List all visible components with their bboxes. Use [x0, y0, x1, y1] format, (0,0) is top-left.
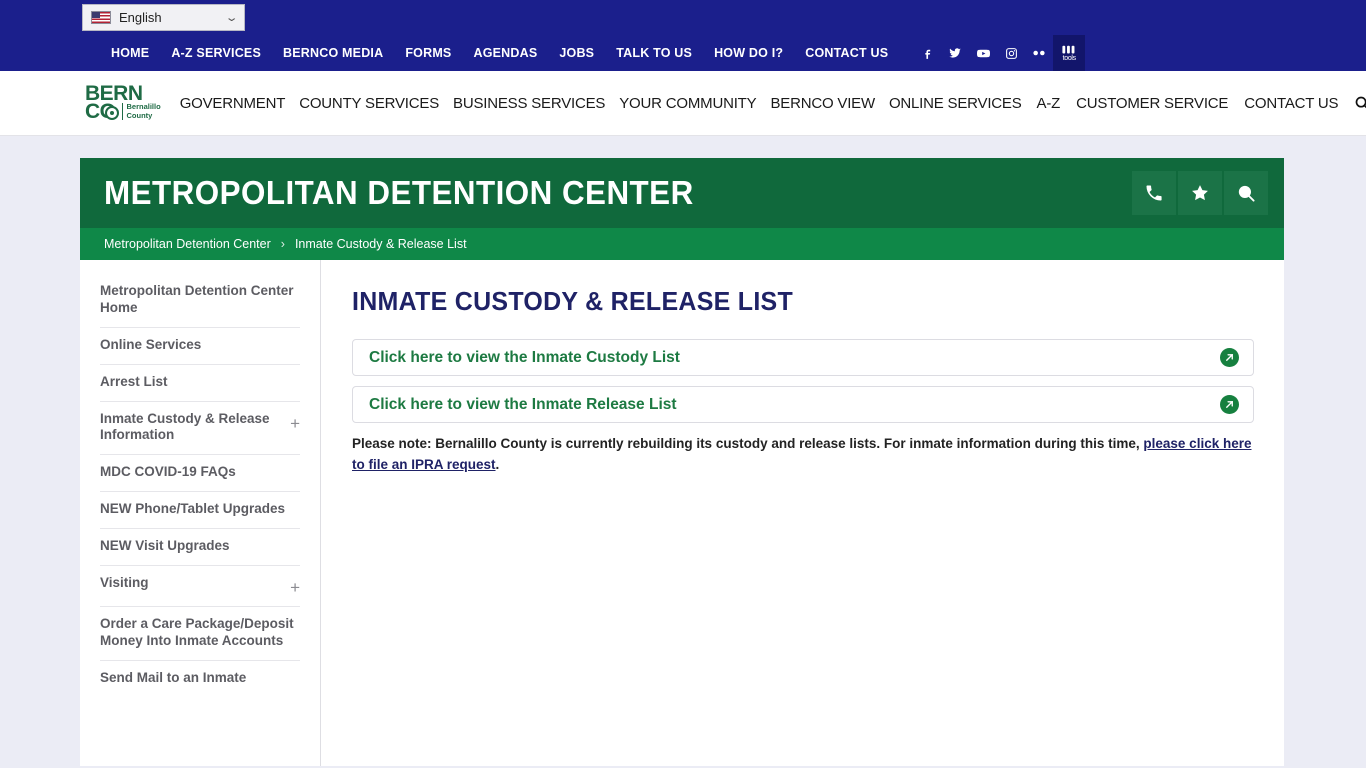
- sidebar-item-label: Arrest List: [100, 373, 168, 389]
- link-label: Click here to view the Inmate Custody Li…: [369, 348, 680, 366]
- main-nav-item-government[interactable]: GOVERNMENT: [173, 95, 293, 112]
- flickr-icon[interactable]: [1025, 35, 1053, 71]
- search-icon[interactable]: [1354, 95, 1366, 112]
- search-icon[interactable]: [1224, 171, 1268, 215]
- header-nav-item-a-z[interactable]: A-Z: [1029, 95, 1069, 112]
- utility-nav-item-agendas[interactable]: AGENDAS: [462, 35, 548, 71]
- content-heading: INMATE CUSTODY & RELEASE LIST: [352, 286, 794, 316]
- sidebar-item-new-phone-tablet-upgrades[interactable]: NEW Phone/Tablet Upgrades: [100, 492, 300, 529]
- utility-nav-item-forms[interactable]: FORMS: [394, 35, 462, 71]
- breadcrumb-item-current: Inmate Custody & Release List: [294, 237, 467, 251]
- expand-plus-icon[interactable]: +: [290, 579, 300, 596]
- sidebar: Metropolitan Detention Center Home Onlin…: [80, 260, 321, 766]
- page-title: METROPOLITAN DETENTION CENTER: [104, 174, 694, 211]
- main-nav-item-business-services[interactable]: BUSINESS SERVICES: [446, 95, 612, 112]
- sidebar-item-label: Inmate Custody & Release Information: [100, 410, 270, 443]
- sidebar-item-mdc-home[interactable]: Metropolitan Detention Center Home: [100, 274, 300, 328]
- sidebar-item-online-services[interactable]: Online Services: [100, 328, 300, 365]
- main-nav-item-your-community[interactable]: YOUR COMMUNITY: [612, 95, 763, 112]
- sidebar-item-visiting[interactable]: Visiting +: [100, 566, 300, 607]
- inmate-release-list-link[interactable]: Click here to view the Inmate Release Li…: [352, 386, 1254, 423]
- us-flag-icon: [91, 11, 111, 24]
- sidebar-item-label: Visiting: [100, 574, 149, 590]
- site-logo[interactable]: BERN CO Bernalillo County: [85, 82, 161, 122]
- sidebar-item-new-visit-upgrades[interactable]: NEW Visit Upgrades: [100, 529, 300, 566]
- sidebar-item-label: Online Services: [100, 336, 202, 352]
- sidebar-item-arrest-list[interactable]: Arrest List: [100, 365, 300, 402]
- star-icon[interactable]: [1178, 171, 1222, 215]
- main-nav: GOVERNMENT COUNTY SERVICES BUSINESS SERV…: [173, 95, 1029, 112]
- utility-nav-item-a-z-services[interactable]: A-Z SERVICES: [160, 35, 272, 71]
- expand-plus-icon[interactable]: +: [290, 415, 300, 432]
- sidebar-item-send-mail-to-an-inmate[interactable]: Send Mail to an Inmate: [100, 661, 300, 697]
- toolkit-icon-label: tools: [1062, 54, 1077, 62]
- logo-seal-icon: [104, 106, 119, 121]
- sidebar-item-mdc-covid-19-faqs[interactable]: MDC COVID-19 FAQs: [100, 455, 300, 493]
- language-selected-label: English: [119, 10, 162, 25]
- sidebar-item-label: Send Mail to an Inmate: [100, 669, 247, 685]
- toolkit-icon[interactable]: tools: [1053, 35, 1086, 71]
- chevron-down-icon: ⌄: [224, 12, 239, 24]
- sidebar-item-order-care-package[interactable]: Order a Care Package/Deposit Money Into …: [100, 607, 300, 661]
- utility-nav-item-how-do-i[interactable]: HOW DO I?: [703, 35, 794, 71]
- sidebar-item-inmate-custody-release-information[interactable]: Inmate Custody & Release Information +: [100, 402, 300, 456]
- rebuild-notice: Please note: Bernalillo County is curren…: [352, 434, 1252, 476]
- external-link-icon: [1220, 348, 1239, 367]
- breadcrumb-separator-icon: ›: [280, 237, 285, 251]
- link-label: Click here to view the Inmate Release Li…: [369, 395, 677, 413]
- notice-text: Please note: Bernalillo County is curren…: [352, 436, 1144, 451]
- main-nav-item-bernco-view[interactable]: BERNCO VIEW: [763, 95, 881, 112]
- sidebar-item-label: NEW Visit Upgrades: [100, 538, 230, 553]
- utility-nav-item-contact-us[interactable]: CONTACT US: [794, 35, 899, 71]
- instagram-icon[interactable]: [997, 35, 1025, 71]
- inmate-custody-list-link[interactable]: Click here to view the Inmate Custody Li…: [352, 339, 1254, 376]
- logo-subtext-line2: County: [126, 110, 153, 120]
- page-banner: METROPOLITAN DETENTION CENTER: [80, 158, 1284, 228]
- page-body: Metropolitan Detention Center Home Onlin…: [80, 260, 1284, 766]
- header-nav-item-customer-service[interactable]: CUSTOMER SERVICE: [1068, 95, 1236, 112]
- utility-nav-item-bernco-media[interactable]: BERNCO MEDIA: [272, 35, 394, 71]
- sidebar-item-label: Order a Care Package/Deposit Money Into …: [100, 615, 294, 648]
- page-container: METROPOLITAN DETENTION CENTER Metropolit…: [0, 136, 1366, 766]
- youtube-icon[interactable]: [969, 35, 997, 71]
- language-bar: English ⌄: [0, 0, 1366, 35]
- logo-subtext: Bernalillo County: [121, 102, 161, 121]
- main-header: BERN CO Bernalillo County GOVERNMENT COU…: [0, 71, 1366, 136]
- language-selector[interactable]: English ⌄: [82, 4, 245, 31]
- sidebar-item-label: MDC COVID-19 FAQs: [100, 464, 236, 480]
- header-nav-item-contact-us[interactable]: CONTACT US: [1236, 95, 1346, 112]
- social-links: tools: [913, 35, 1086, 71]
- phone-icon[interactable]: [1132, 171, 1176, 215]
- utility-nav-item-home[interactable]: HOME: [100, 35, 160, 71]
- breadcrumb: Metropolitan Detention Center › Inmate C…: [80, 228, 1284, 260]
- utility-nav-item-jobs[interactable]: JOBS: [548, 35, 605, 71]
- utility-nav: HOME A-Z SERVICES BERNCO MEDIA FORMS AGE…: [0, 35, 1366, 71]
- breadcrumb-item-metropolitan-detention-center[interactable]: Metropolitan Detention Center: [104, 237, 271, 251]
- utility-nav-item-talk-to-us[interactable]: TALK TO US: [605, 35, 703, 71]
- banner-icon-group: [1132, 171, 1268, 215]
- main-content: INMATE CUSTODY & RELEASE LIST Click here…: [321, 260, 1284, 766]
- twitter-icon[interactable]: [941, 35, 969, 71]
- sidebar-item-label: NEW Phone/Tablet Upgrades: [100, 501, 286, 517]
- main-nav-item-county-services[interactable]: COUNTY SERVICES: [292, 95, 446, 112]
- header-right-nav: A-Z CUSTOMER SERVICE CONTACT US: [1029, 95, 1366, 112]
- sidebar-item-label: Metropolitan Detention Center Home: [100, 283, 294, 315]
- facebook-icon[interactable]: [913, 35, 941, 71]
- notice-text-suffix: .: [495, 456, 500, 472]
- main-nav-item-online-services[interactable]: ONLINE SERVICES: [882, 95, 1029, 112]
- external-link-icon: [1220, 395, 1239, 414]
